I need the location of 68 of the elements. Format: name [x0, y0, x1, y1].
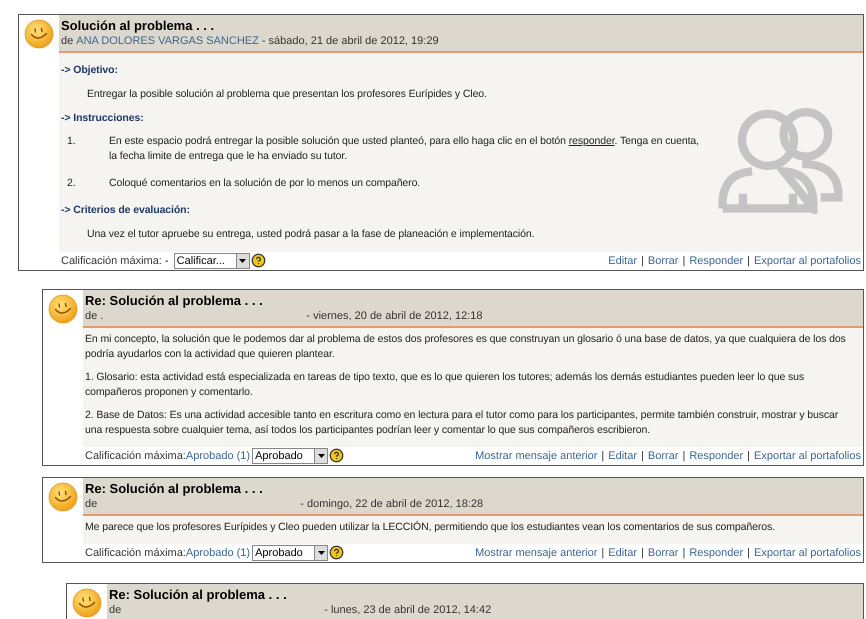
paragraph: En mi concepto, la solución que le podemos dar al problema de estos dos profesores es que construyan un glosario ó una base de datos, ya que cualquiera de los dos podría ayudarlos con la actividad que quieren plantear.	[85, 332, 847, 362]
action-link[interactable]: Editar	[608, 448, 638, 464]
rating-label: Calificación máxima:	[85, 448, 186, 464]
rating-value: -	[164, 254, 170, 268]
post-date: - sábado, 21 de abril de 2012, 19:29	[262, 34, 439, 49]
post-date: - lunes, 23 de abril de 2012, 14:42	[324, 602, 492, 618]
rating-label: Calificación máxima:	[61, 254, 162, 268]
section-heading: -> Instrucciones:	[61, 110, 145, 126]
post-title: Re: Solución al problema . . .	[85, 292, 264, 309]
help-icon[interactable]	[250, 253, 266, 268]
rating-link[interactable]: Aprobado (1)	[186, 544, 250, 561]
link-separator: |	[681, 546, 686, 560]
list-item-text: En este espacio podrá entregar la posible solución que usted planteó, para ello haga clic en el botón responder. Tenga en cuenta, la fecha limite de entrega que le ha enviado su tutor.	[109, 134, 700, 164]
rating-select[interactable]: Aprobado	[252, 448, 328, 464]
rating-select[interactable]: Aprobado	[252, 544, 328, 561]
action-link[interactable]: Exportar al portafolios	[754, 448, 861, 464]
link-separator: |	[640, 448, 645, 464]
section-heading: -> Objetivo:	[61, 63, 119, 78]
paragraph: Me parece que los profesores Eurípides y Cleo pueden utilizar la LECCIÓN, permitiendo que los estudiantes vean los comentarios de sus compañeros.	[85, 520, 776, 535]
action-link[interactable]: Borrar	[648, 544, 678, 561]
post-date: - viernes, 20 de abril de 2012, 12:18	[306, 308, 482, 324]
link-separator: |	[600, 448, 606, 464]
smiley-icon	[24, 19, 54, 49]
action-link[interactable]: Mostrar mensaje anterior	[475, 544, 598, 561]
author-prefix: de .	[85, 308, 104, 324]
action-link[interactable]: Responder	[689, 544, 744, 561]
paragraph: 2. Base de Datos: Es una actividad accesible tanto en escritura como en lectura para el tutor como para los participantes, permite también construir, mostrar y buscar una respuesta sobre cualquier tema, así todos los participantes podrían leer y comentar lo que sus compañeros escribieron.	[85, 408, 840, 438]
paragraph: Entregar la posible solución al problema que presentan los profesores Eurípides y Cleo.	[86, 86, 488, 102]
link-separator: |	[640, 254, 645, 268]
help-icon[interactable]	[329, 545, 344, 560]
list-item-text: Coloqué comentarios en la solución de por lo menos un compañero.	[109, 176, 420, 192]
link-separator: |	[746, 448, 751, 464]
list-number: 1.	[66, 134, 77, 150]
action-link[interactable]: Responder	[689, 252, 744, 269]
list-number: 2.	[66, 176, 77, 192]
link-separator: |	[681, 254, 686, 268]
post-title: Re: Solución al problema . . .	[85, 480, 264, 497]
rating-select[interactable]: Calificar...	[174, 252, 250, 269]
post-title: Re: Solución al problema . . .	[109, 586, 288, 603]
action-link[interactable]: Exportar al portafolios	[754, 252, 861, 269]
author-prefix: de	[109, 602, 122, 618]
link-separator: |	[600, 546, 606, 560]
action-link[interactable]: Borrar	[648, 252, 678, 269]
responder-link[interactable]: responder	[568, 135, 615, 148]
smiley-icon	[48, 482, 78, 512]
action-link[interactable]: Borrar	[648, 448, 678, 464]
smiley-icon	[72, 588, 102, 618]
action-link[interactable]: Editar	[608, 544, 638, 561]
action-link[interactable]: Mostrar mensaje anterior	[475, 448, 598, 464]
author-link[interactable]: ANA DOLORES VARGAS SANCHEZ	[76, 34, 259, 49]
action-link[interactable]: Responder	[689, 448, 744, 464]
rating-label: Calificación máxima:	[85, 546, 186, 560]
paragraph: 1. Glosario: esta actividad está especializada en tareas de tipo texto, que es lo que quieren los tutores; además los demás estudiantes pueden leer lo que sus compañeros proponen y comentarlo.	[85, 370, 806, 400]
post-title: Solución al problema . . .	[61, 18, 216, 34]
link-separator: |	[640, 546, 645, 560]
link-separator: |	[681, 448, 686, 464]
post-date: - domingo, 22 de abril de 2012, 18:28	[300, 496, 484, 512]
author-prefix: de	[61, 34, 74, 49]
author-prefix: de	[85, 496, 98, 512]
smiley-icon	[48, 294, 78, 324]
rating-link[interactable]: Aprobado (1)	[186, 448, 250, 464]
paragraph: Una vez el tutor apruebe su entrega, usted podrá pasar a la fase de planeación e implementación.	[86, 227, 536, 242]
action-link[interactable]: Exportar al portafolios	[754, 544, 861, 561]
link-separator: |	[746, 546, 751, 560]
help-icon[interactable]	[329, 448, 344, 464]
link-separator: |	[746, 254, 751, 268]
section-heading: -> Criterios de evaluación:	[61, 203, 191, 218]
action-link[interactable]: Editar	[608, 252, 638, 269]
